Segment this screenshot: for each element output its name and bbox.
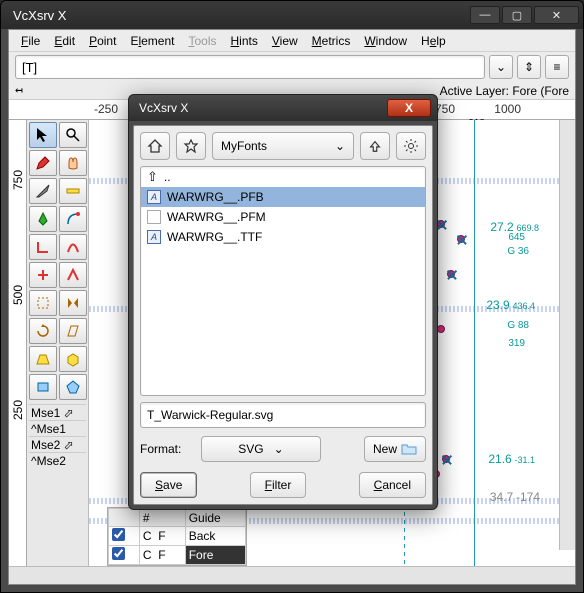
tangent-tool[interactable] [59, 262, 87, 288]
mouse-row: ^Mse2 [29, 452, 86, 468]
bookmark-button[interactable] [176, 132, 206, 160]
file-row[interactable]: A WARWRG__.PFM [141, 207, 425, 227]
hvcurve-tool[interactable] [29, 262, 57, 288]
menu-element[interactable]: Element [124, 32, 180, 50]
file-name: WARWRG__.TTF [167, 230, 262, 244]
vruler-tick: 750 [11, 170, 25, 190]
close-button[interactable]: ✕ [534, 6, 579, 24]
file-name: WARWRG__.PFM [167, 210, 266, 224]
menu-metrics[interactable]: Metrics [306, 32, 357, 50]
perspective-tool[interactable] [29, 346, 57, 372]
collapse-button[interactable]: ≡ [545, 55, 569, 79]
hand-tool[interactable] [59, 150, 87, 176]
toolbox: Mse1 ⬀ ^Mse1 Mse2 ⬀ ^Mse2 [27, 120, 89, 566]
file-list[interactable]: ⇧ .. A WARWRG__.PFB A WARWRG__.PFM A WAR… [140, 166, 426, 396]
pen-tool[interactable] [29, 206, 57, 232]
layers-panel[interactable]: #Guide C FBack C FFore [107, 507, 247, 566]
menu-view[interactable]: View [266, 32, 304, 50]
poly-tool[interactable] [59, 374, 87, 400]
3d-tool[interactable] [59, 346, 87, 372]
window-title: VcXsrv X [5, 8, 470, 23]
format-combo[interactable]: SVG ⌄ [201, 436, 321, 462]
home-button[interactable] [140, 132, 170, 160]
menu-edit[interactable]: Edit [48, 32, 81, 50]
menu-tools: Tools [182, 32, 222, 50]
updown-button[interactable]: ⇕ [517, 55, 541, 79]
location-combo[interactable]: MyFonts ⌄ [212, 132, 354, 160]
chevron-down-icon: ⌄ [274, 442, 284, 456]
spiro-tool[interactable] [59, 206, 87, 232]
parent-dir-row[interactable]: ⇧ .. [141, 167, 425, 187]
pointer-tool[interactable] [29, 122, 57, 148]
flip-tool[interactable] [59, 290, 87, 316]
ruler-tick: -250 [94, 102, 118, 116]
font-file-icon: A [147, 230, 161, 244]
location-value: MyFonts [221, 139, 267, 153]
minimize-button[interactable]: — [470, 6, 500, 24]
maximize-button[interactable]: ▢ [502, 6, 532, 24]
layer-visible-checkbox[interactable] [112, 528, 125, 541]
back-arrow-icon[interactable]: ↤ [15, 83, 23, 98]
menu-point[interactable]: Point [83, 32, 122, 50]
menu-window[interactable]: Window [358, 32, 413, 50]
mouse-row: ^Mse1 [29, 420, 86, 436]
dialog-titlebar[interactable]: VcXsrv X X [129, 95, 437, 121]
menu-help[interactable]: Help [415, 32, 452, 50]
filter-button[interactable]: Filter [250, 472, 307, 498]
folder-icon [401, 443, 417, 455]
file-name: WARWRG__.PFB [167, 190, 264, 204]
format-label: Format: [140, 442, 195, 456]
layer-row[interactable]: C FBack [109, 527, 246, 546]
up-button[interactable] [360, 132, 390, 160]
rotate-tool[interactable] [29, 318, 57, 344]
v-ruler[interactable]: 750 500 250 [9, 120, 27, 566]
chevron-down-icon: ⌄ [335, 139, 345, 153]
dialog-title: VcXsrv X [135, 101, 387, 115]
save-dialog: VcXsrv X X MyFonts ⌄ ⇧ .. A WARWRG__.PFB [128, 94, 438, 510]
v-scrollbar[interactable] [559, 120, 575, 550]
curve-tool[interactable] [59, 234, 87, 260]
draw-tool[interactable] [29, 150, 57, 176]
vruler-tick: 500 [11, 285, 25, 305]
save-button[interactable]: Save [140, 472, 197, 498]
active-layer-label: Active Layer: Fore (Fore [440, 84, 569, 98]
ruler-tick: 1000 [494, 102, 521, 116]
file-row[interactable]: A WARWRG__.PFB [141, 187, 425, 207]
mouse-row: Mse1 ⬀ [29, 404, 86, 420]
scale-tool[interactable] [29, 290, 57, 316]
font-file-icon: A [147, 190, 161, 204]
parent-dir-label: .. [164, 170, 171, 184]
file-row[interactable]: A WARWRG__.TTF [141, 227, 425, 247]
corner-tool[interactable] [29, 234, 57, 260]
up-arrow-icon: ⇧ [147, 169, 158, 185]
vruler-tick: 250 [11, 400, 25, 420]
statusbar [9, 566, 575, 584]
skew-tool[interactable] [59, 318, 87, 344]
format-value: SVG [238, 442, 263, 456]
mouse-row: Mse2 ⬀ [29, 436, 86, 452]
settings-button[interactable] [396, 132, 426, 160]
menu-hints[interactable]: Hints [225, 32, 264, 50]
outer-titlebar[interactable]: VcXsrv X — ▢ ✕ [1, 1, 583, 29]
glyph-input[interactable] [15, 55, 485, 79]
magnify-tool[interactable] [59, 122, 87, 148]
knife-tool[interactable] [29, 178, 57, 204]
filename-input[interactable] [140, 402, 426, 428]
new-folder-button[interactable]: New [364, 436, 426, 462]
dropdown-button[interactable]: ⌄ [489, 55, 513, 79]
rect-tool[interactable] [29, 374, 57, 400]
cancel-button[interactable]: Cancel [359, 472, 426, 498]
menu-file[interactable]: File [15, 32, 46, 50]
menubar: File Edit Point Element Tools Hints View… [9, 30, 575, 52]
layer-row[interactable]: C FFore [109, 546, 246, 565]
dialog-close-button[interactable]: X [387, 99, 431, 117]
layer-visible-checkbox[interactable] [112, 547, 125, 560]
ruler-tool[interactable] [59, 178, 87, 204]
file-icon: A [147, 210, 161, 224]
